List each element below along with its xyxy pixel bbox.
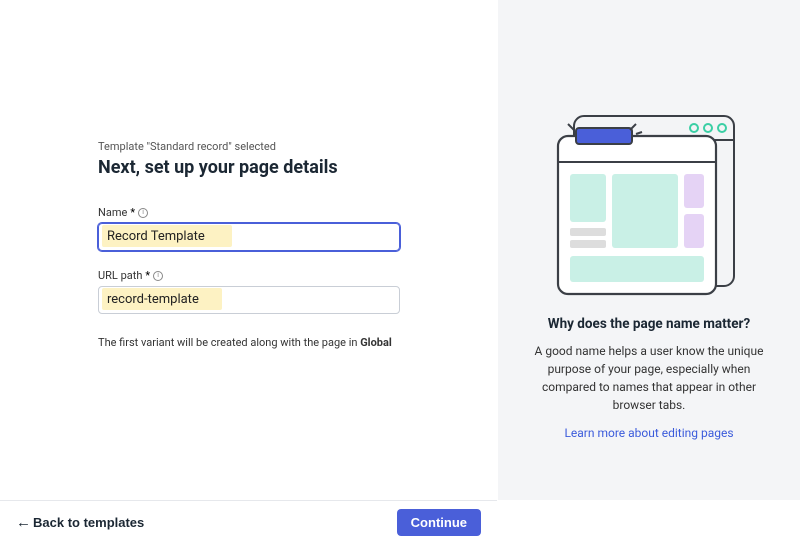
template-selected-text: Template "Standard record" selected — [98, 140, 400, 153]
info-icon[interactable]: i — [138, 208, 148, 218]
urlpath-label: URL path * i — [98, 269, 400, 282]
urlpath-label-text: URL path — [98, 269, 142, 282]
required-asterisk-icon: * — [145, 269, 150, 282]
arrow-left-icon: ← — [16, 515, 31, 530]
name-label: Name * i — [98, 206, 400, 219]
back-label: Back to templates — [33, 515, 144, 530]
info-body: A good name helps a user know the unique… — [526, 342, 772, 414]
page-heading: Next, set up your page details — [98, 157, 400, 178]
back-to-templates-button[interactable]: ← Back to templates — [16, 515, 144, 530]
name-label-text: Name — [98, 206, 127, 219]
helper-text: The first variant will be created along … — [98, 336, 400, 349]
form-panel: Template "Standard record" selected Next… — [0, 0, 498, 500]
footer-bar: ← Back to templates Continue — [0, 500, 497, 544]
browser-illustration-icon — [544, 98, 754, 308]
continue-button[interactable]: Continue — [397, 509, 481, 536]
info-icon[interactable]: i — [153, 271, 163, 281]
learn-more-link[interactable]: Learn more about editing pages — [564, 426, 733, 440]
urlpath-field-group: URL path * i record-template — [98, 269, 400, 314]
info-title: Why does the page name matter? — [548, 316, 750, 332]
helper-prefix: The first variant will be created along … — [98, 336, 360, 349]
required-asterisk-icon: * — [130, 206, 135, 219]
helper-bold: Global — [360, 336, 392, 349]
info-panel: Why does the page name matter? A good na… — [498, 0, 800, 500]
urlpath-input[interactable]: record-template — [98, 286, 400, 314]
name-input[interactable]: Record Template — [98, 223, 400, 251]
name-field-group: Name * i Record Template — [98, 206, 400, 251]
